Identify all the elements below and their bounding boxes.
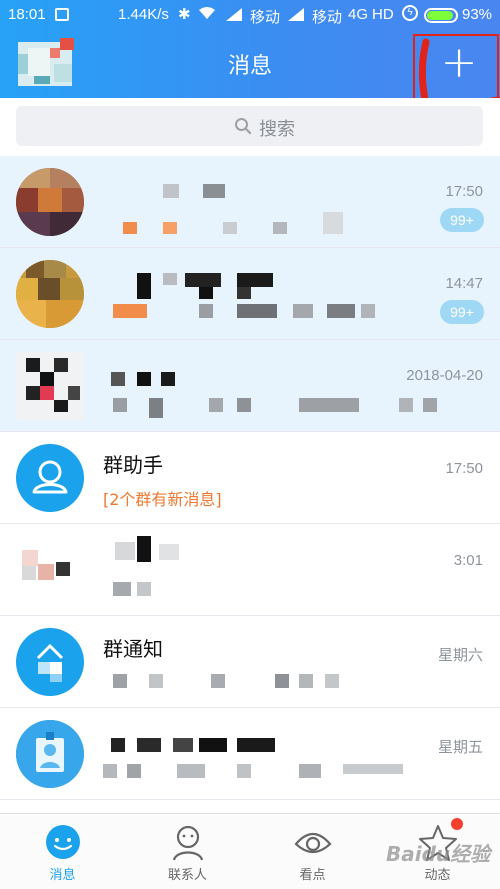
battery-percent: 93% <box>462 6 493 23</box>
eye-icon <box>294 832 332 854</box>
pixelated-preview <box>103 304 403 320</box>
conversation-row[interactable]: 14:47 99+ <box>0 248 500 340</box>
avatar <box>16 536 84 604</box>
conversation-time: 17:50 <box>445 183 483 200</box>
search-icon <box>235 118 252 135</box>
search-area: 搜索 <box>0 98 500 158</box>
pixelated-name <box>103 536 193 570</box>
conversation-row-group-notice[interactable]: 群通知 星期六 <box>0 616 500 708</box>
conversation-time: 2018-04-20 <box>406 367 483 384</box>
search-input[interactable]: 搜索 <box>16 106 483 146</box>
conversation-time: 3:01 <box>453 552 483 569</box>
tab-messages[interactable]: 消息 <box>0 814 125 889</box>
battery-icon <box>424 8 458 23</box>
group-helper-icon <box>32 460 68 494</box>
tab-label: 看点 <box>299 868 326 883</box>
carrier-2: 移动 <box>312 9 343 26</box>
tab-label: 联系人 <box>167 868 207 883</box>
pixelated-preview <box>103 674 403 690</box>
my-avatar[interactable] <box>14 34 76 92</box>
avatar <box>16 260 84 328</box>
avatar <box>16 628 84 696</box>
app-header: 18:01 1.44K/s ✱ 移动 移动 4G HD ϟ 93% 消息 + <box>0 0 500 116</box>
tab-highlights[interactable]: 看点 <box>250 814 375 889</box>
watermark: Baidu经验 <box>386 842 491 866</box>
avatar <box>16 352 84 420</box>
network-type: 4G <box>348 6 369 23</box>
charging-icon: ϟ <box>402 5 418 21</box>
tab-label: 消息 <box>49 868 76 883</box>
conversation-row[interactable]: 17:50 99+ <box>0 156 500 248</box>
conversation-list: 17:50 99+ 14:47 99+ 2018-04-20 群助手 [2个群有… <box>0 156 500 812</box>
status-bar: 18:01 1.44K/s ✱ 移动 移动 4G HD ϟ 93% <box>0 0 500 30</box>
chat-bubble-icon <box>46 825 80 859</box>
pixelated-preview <box>103 582 183 598</box>
conversation-time: 星期五 <box>437 739 483 756</box>
search-placeholder: 搜索 <box>259 119 295 140</box>
page-title: 消息 <box>227 54 272 79</box>
conversation-row[interactable] <box>0 800 500 812</box>
notification-dot <box>451 818 463 830</box>
pixelated-preview <box>103 212 383 234</box>
wifi-icon <box>199 7 215 19</box>
conversation-name: 群助手 <box>103 453 163 477</box>
network-speed: 1.44K/s <box>118 6 169 23</box>
conversation-name: 群通知 <box>103 637 163 661</box>
conversation-preview: [2个群有新消息] <box>103 490 222 509</box>
hd-indicator: HD <box>372 6 394 23</box>
bluetooth-icon: ✱ <box>178 6 191 23</box>
avatar <box>16 444 84 512</box>
conversation-row[interactable]: 星期五 <box>0 708 500 800</box>
pixelated-preview <box>103 398 443 418</box>
conversation-time: 14:47 <box>445 275 483 292</box>
contact-card-icon <box>16 720 84 788</box>
conversation-time: 星期六 <box>437 647 483 664</box>
tab-contacts[interactable]: 联系人 <box>125 814 250 889</box>
conversation-row[interactable]: 2018-04-20 <box>0 340 500 432</box>
pixelated-name <box>103 273 303 301</box>
status-time: 18:01 <box>8 6 46 23</box>
signal-icon <box>288 8 304 21</box>
pixelated-preview <box>103 764 433 780</box>
pixelated-name <box>103 372 223 388</box>
group-notice-icon <box>36 643 64 682</box>
unread-badge: 99+ <box>440 300 484 324</box>
conversation-row[interactable]: 3:01 <box>0 524 500 616</box>
signal-icon <box>226 8 242 21</box>
conversation-time: 17:50 <box>445 460 483 477</box>
avatar <box>16 720 84 788</box>
contacts-icon <box>172 825 204 861</box>
highlight-box <box>413 34 499 102</box>
conversation-row-group-helper[interactable]: 群助手 [2个群有新消息] 17:50 <box>0 432 500 524</box>
unread-badge: 99+ <box>440 208 484 232</box>
notification-icon <box>55 8 69 21</box>
pixelated-name <box>103 184 353 198</box>
avatar <box>16 168 84 236</box>
pixelated-name <box>103 738 303 754</box>
carrier-1: 移动 <box>250 9 281 26</box>
